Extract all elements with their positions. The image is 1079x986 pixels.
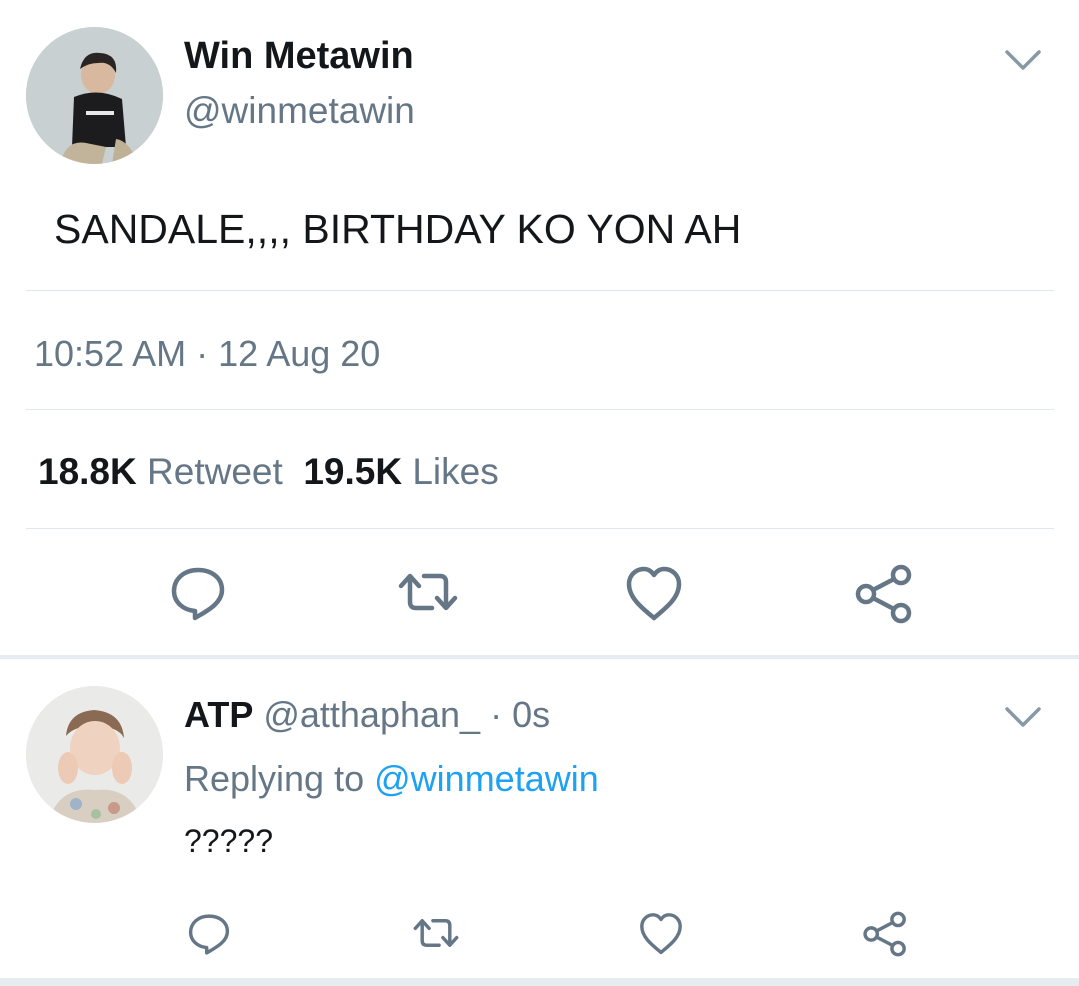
chevron-down-icon[interactable] (1004, 705, 1042, 729)
author-handle[interactable]: @winmetawin (184, 90, 415, 132)
replying-to: Replying to @winmetawin (184, 758, 599, 800)
divider (26, 290, 1054, 291)
section-separator (0, 655, 1079, 659)
reply-icon[interactable] (168, 562, 228, 622)
tweet-date: 12 Aug 20 (218, 333, 381, 374)
tweet-timestamp[interactable]: 10:52 AM · 12 Aug 20 (34, 333, 380, 375)
tweet-stats: 18.8K Retweet 19.5K Likes (38, 451, 499, 493)
chevron-down-icon[interactable] (1004, 48, 1042, 72)
divider (26, 409, 1054, 410)
retweet-count: 18.8K (38, 451, 137, 492)
like-label: Likes (412, 451, 499, 492)
date-separator: · (196, 333, 209, 374)
author-name[interactable]: Win Metawin (184, 35, 414, 78)
reply-author-avatar[interactable] (26, 686, 163, 823)
replying-prefix: Replying to (184, 758, 365, 799)
retweet-icon[interactable] (413, 910, 459, 956)
tweet-time: 10:52 AM (34, 333, 187, 374)
heart-icon[interactable] (638, 911, 684, 957)
avatar-photo (26, 27, 163, 164)
retweet-icon[interactable] (398, 562, 458, 622)
retweet-label: Retweet (147, 451, 283, 492)
reply-text: ????? (184, 823, 273, 859)
author-avatar[interactable] (26, 27, 163, 164)
section-separator (0, 978, 1079, 986)
reply-header: ATP @atthaphan_ · 0s (184, 694, 550, 736)
retweet-stat[interactable]: 18.8K Retweet (38, 451, 283, 492)
reply-time: · 0s (490, 694, 551, 735)
share-icon[interactable] (854, 564, 914, 624)
reply-author-handle[interactable]: @atthaphan_ (263, 694, 480, 735)
divider (26, 528, 1054, 529)
reply-author-name[interactable]: ATP (184, 694, 253, 735)
like-stat[interactable]: 19.5K Likes (303, 451, 498, 492)
heart-icon[interactable] (624, 564, 684, 624)
tweet-text: SANDALE,,,, BIRTHDAY KO YON AH (54, 206, 742, 252)
reply-icon[interactable] (186, 910, 232, 956)
share-icon[interactable] (862, 911, 908, 957)
replying-to-mention[interactable]: @winmetawin (374, 758, 599, 799)
avatar-photo (26, 686, 163, 823)
like-count: 19.5K (303, 451, 403, 492)
